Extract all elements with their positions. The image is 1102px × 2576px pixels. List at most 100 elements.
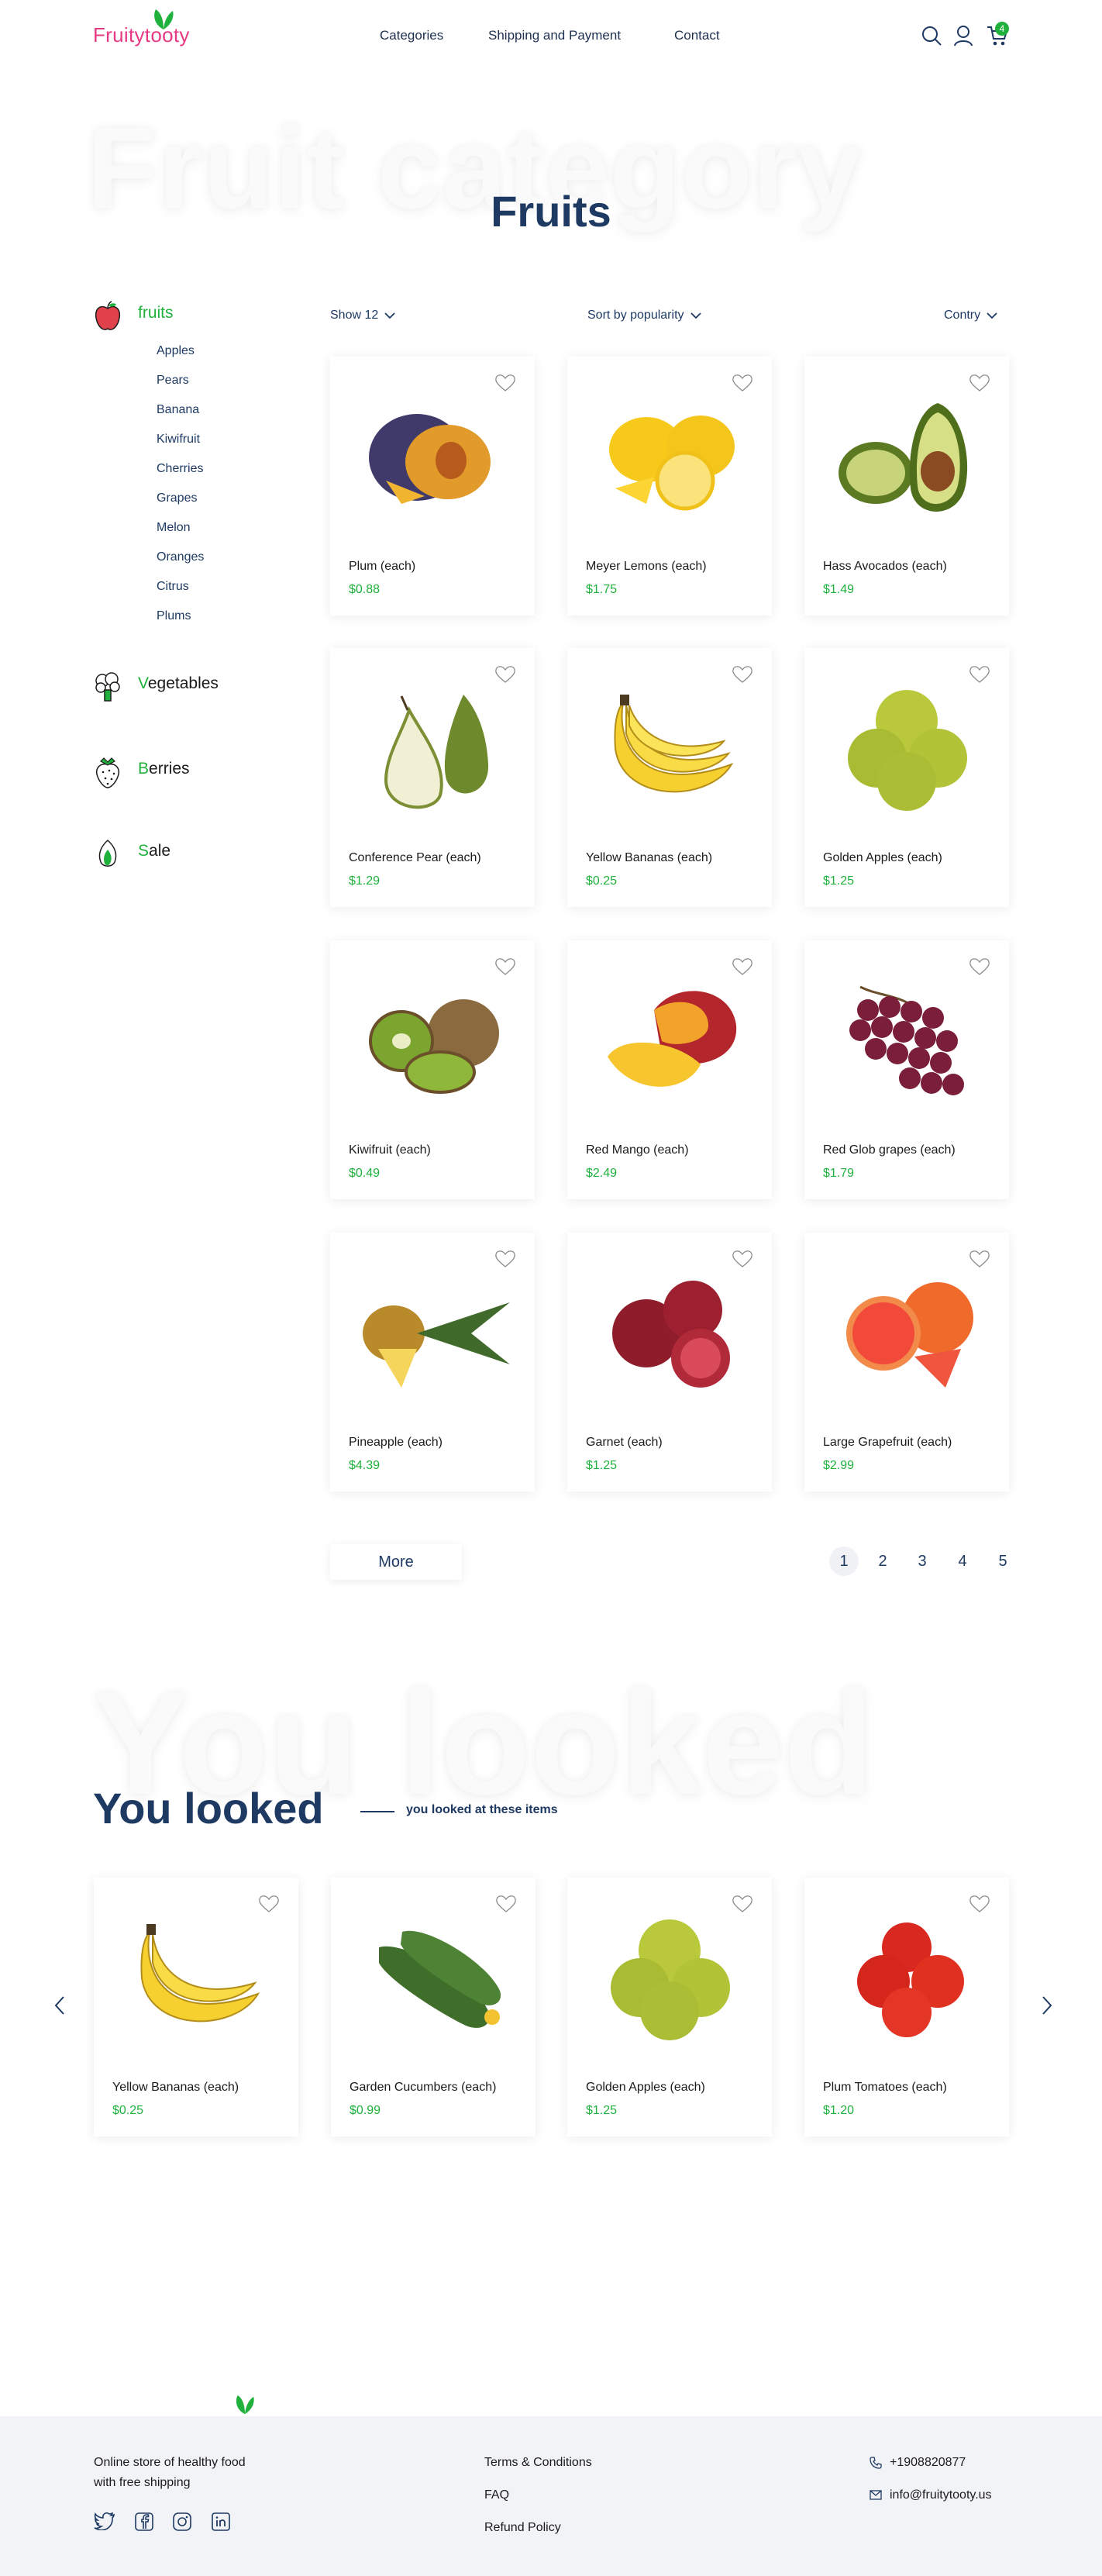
category-label-fruits: fruits [138,304,174,322]
product-name[interactable]: Golden Apples (each) [823,851,942,865]
product-card[interactable]: Plum (each) $0.88 [330,357,535,616]
product-name[interactable]: Pineapple (each) [349,1436,443,1450]
product-name[interactable]: Red Glob grapes (each) [823,1143,956,1157]
sidebar-item-berries[interactable]: Berries [93,757,190,793]
heart-icon[interactable] [732,957,753,976]
product-name[interactable]: Kiwifruit (each) [349,1143,431,1157]
heart-icon[interactable] [494,957,516,976]
plum-image [369,414,491,504]
product-name[interactable]: Hass Avocados (each) [823,560,947,574]
sidebar-item-vegetables[interactable]: Vegetables [93,671,219,706]
viewed-card[interactable]: Golden Apples (each) $1.25 [567,1878,772,2136]
carousel-next-arrow[interactable] [1042,1995,1052,2016]
page-3-button[interactable]: 3 [907,1547,937,1576]
product-price: $2.49 [586,1167,618,1180]
product-name[interactable]: Conference Pear (each) [349,851,481,865]
country-select[interactable]: Contry [944,309,997,322]
heart-icon[interactable] [969,1250,990,1268]
product-price: $0.25 [112,2104,144,2117]
product-price: $1.75 [586,583,618,596]
page-title: Fruits [491,187,611,236]
tomato-image [857,1923,964,2037]
nav-categories[interactable]: Categories [380,28,443,43]
subcategory-plums[interactable]: Plums [157,609,191,623]
product-card[interactable]: Kiwifruit (each) $0.49 [330,940,535,1199]
product-name[interactable]: Plum Tomatoes (each) [823,2081,947,2095]
product-card[interactable]: Garnet (each) $1.25 [567,1233,772,1491]
nav-shipping[interactable]: Shipping and Payment [488,28,621,43]
product-name[interactable]: Garden Cucumbers (each) [350,2081,496,2095]
product-card[interactable]: Pineapple (each) $4.39 [330,1233,535,1491]
product-price: $1.79 [823,1167,855,1180]
product-name[interactable]: Plum (each) [349,560,415,574]
page-4-button[interactable]: 4 [948,1547,977,1576]
instagram-icon[interactable] [172,2512,192,2532]
user-icon[interactable] [953,25,973,47]
product-name[interactable]: Large Grapefruit (each) [823,1436,952,1450]
heart-icon[interactable] [969,665,990,684]
heart-icon[interactable] [258,1895,280,1913]
viewed-subtitle: you looked at these items [406,1803,558,1816]
subcategory-banana[interactable]: Banana [157,403,199,417]
heart-icon[interactable] [732,1250,753,1268]
heart-icon[interactable] [494,665,516,684]
twitter-icon[interactable] [94,2512,115,2530]
search-icon[interactable] [921,25,942,47]
heart-icon[interactable] [494,374,516,392]
heart-icon[interactable] [732,1895,753,1913]
subcategory-melon[interactable]: Melon [157,521,191,535]
linkedin-icon[interactable] [211,2512,231,2532]
product-card[interactable]: Hass Avocados (each) $1.49 [804,357,1009,616]
footer-link-refund[interactable]: Refund Policy [484,2521,561,2535]
footer-link-faq[interactable]: FAQ [484,2488,509,2502]
chevron-down-icon [384,312,395,319]
viewed-card[interactable]: Plum Tomatoes (each) $1.20 [804,1878,1009,2136]
product-name[interactable]: Golden Apples (each) [586,2081,705,2095]
footer-phone[interactable]: +1908820877 [890,2456,966,2470]
product-price: $1.25 [823,874,855,888]
nav-contact[interactable]: Contact [674,28,720,43]
subcategory-cherries[interactable]: Cherries [157,462,203,476]
product-name[interactable]: Meyer Lemons (each) [586,560,707,574]
subcategory-pears[interactable]: Pears [157,374,189,388]
facebook-icon[interactable] [134,2512,154,2532]
subcategory-oranges[interactable]: Oranges [157,550,204,564]
heart-icon[interactable] [732,374,753,392]
product-card[interactable]: Meyer Lemons (each) $1.75 [567,357,772,616]
product-card[interactable]: Red Mango (each) $2.49 [567,940,772,1199]
subcategory-kiwifruit[interactable]: Kiwifruit [157,433,200,447]
page-1-button[interactable]: 1 [829,1547,859,1576]
leaf-icon [236,2395,254,2415]
sidebar-item-sale[interactable]: Sale [93,839,170,874]
show-count-select[interactable]: Show 12 [330,309,395,322]
subcategory-citrus[interactable]: Citrus [157,580,189,594]
heart-icon[interactable] [494,1250,516,1268]
product-card[interactable]: Conference Pear (each) $1.29 [330,648,535,907]
heart-icon[interactable] [969,374,990,392]
viewed-card[interactable]: Yellow Bananas (each) $0.25 [94,1878,298,2136]
page-2-button[interactable]: 2 [868,1547,897,1576]
product-name[interactable]: Garnet (each) [586,1436,663,1450]
product-card[interactable]: Red Glob grapes (each) $1.79 [804,940,1009,1199]
product-card[interactable]: Large Grapefruit (each) $2.99 [804,1233,1009,1491]
footer-link-terms[interactable]: Terms & Conditions [484,2456,592,2470]
carousel-prev-arrow[interactable] [54,1995,65,2016]
heart-icon[interactable] [495,1895,517,1913]
heart-icon[interactable] [969,957,990,976]
heart-icon[interactable] [969,1895,990,1913]
heart-icon[interactable] [732,665,753,684]
product-name[interactable]: Yellow Bananas (each) [586,851,712,865]
page-5-button[interactable]: 5 [988,1547,1018,1576]
product-name[interactable]: Red Mango (each) [586,1143,689,1157]
subcategory-grapes[interactable]: Grapes [157,491,197,505]
subcategory-apples[interactable]: Apples [157,344,195,358]
viewed-card[interactable]: Garden Cucumbers (each) $0.99 [331,1878,536,2136]
footer-email[interactable]: info@fruitytooty.us [890,2488,992,2502]
more-button[interactable]: More [330,1544,462,1580]
product-name[interactable]: Yellow Bananas (each) [112,2081,239,2095]
product-price: $0.25 [586,874,618,888]
product-card[interactable]: Yellow Bananas (each) $0.25 [567,648,772,907]
sort-select[interactable]: Sort by popularity [587,309,701,322]
product-card[interactable]: Golden Apples (each) $1.25 [804,648,1009,907]
sidebar-item-fruits[interactable]: fruits [93,301,174,336]
